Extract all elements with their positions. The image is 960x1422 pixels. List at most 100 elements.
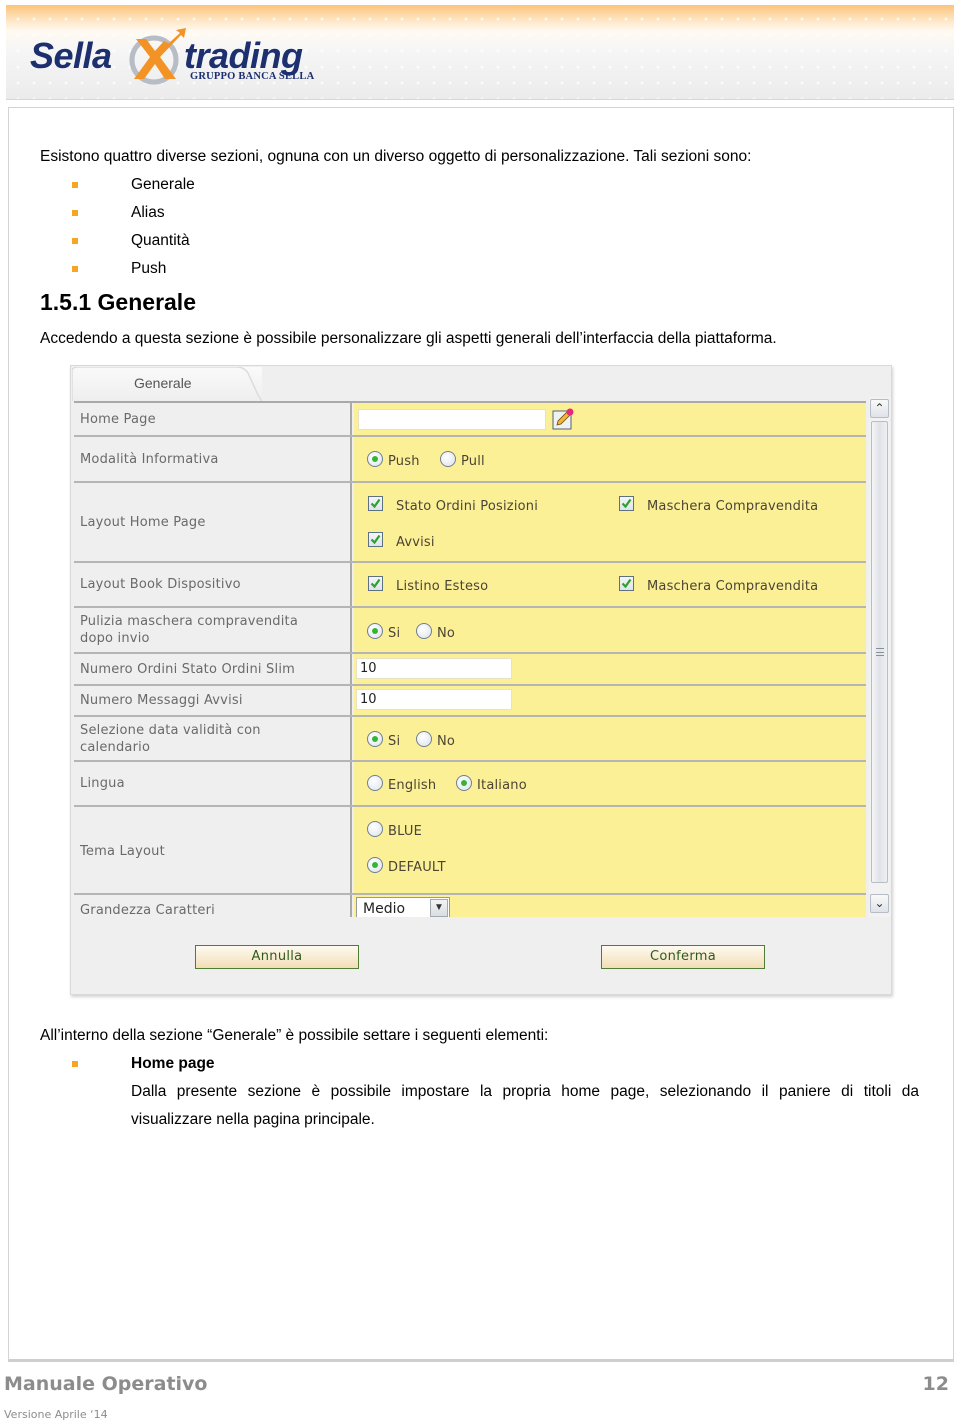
checkbox-label: Listino Esteso [396,579,489,594]
checkbox-label: Maschera Compravendita [647,499,819,514]
footer-title: Manuale Operativo [4,1373,208,1395]
sella-xtrading-logo: Sella trading GRUPPO BANCA SELLA [26,27,346,87]
radio-italiano[interactable] [456,775,472,791]
row-layout-home-page: Layout Home Page Stato Ordini Posizioni … [74,483,866,563]
label-pulizia-line2: dopo invio [80,631,150,646]
footer-version: Versione Aprile ‘14 [4,1408,108,1421]
bullet-icon [72,182,78,188]
logo-subtitle: GRUPPO BANCA SELLA [190,71,315,82]
numero-messaggi-input[interactable]: 10 [356,689,512,710]
row-lingua: Lingua English Italiano [74,762,866,807]
check-icon [370,578,381,589]
detail-item-line2: visualizzare nella pagina principale. [131,1111,375,1128]
numero-ordini-input[interactable]: 10 [356,658,512,679]
check-icon [370,498,381,509]
grandezza-select[interactable]: Medio ▼ [356,897,450,917]
scroll-down-arrow-icon[interactable]: ⌄ [870,894,889,913]
section-paragraph: Accedendo a questa sezione è possibile p… [40,330,777,347]
tab-label: Generale [134,375,192,391]
label-layout-book: Layout Book Dispositivo [80,577,241,592]
header-banner: Sella trading GRUPPO BANCA SELLA [6,5,954,100]
annulla-button[interactable]: Annulla [195,945,359,969]
section-list-item: Push [131,260,167,277]
row-numero-ordini: Numero Ordini Stato Ordini Slim 10 [74,654,866,686]
check-icon [370,534,381,545]
label-grandezza: Grandezza Caratteri [80,903,215,917]
check-icon [621,578,632,589]
checkbox-stato-ordini-posizioni[interactable] [368,496,383,511]
label-layout-home: Layout Home Page [80,515,206,530]
section-list-item: Alias [131,204,165,221]
checkbox-maschera-compravendita-book[interactable] [619,576,634,591]
radio-calendario-si[interactable] [367,731,383,747]
section-list-item: Quantità [131,232,190,249]
label-selezione-line2: calendario [80,740,151,755]
label-selezione-line1: Selezione data validità con [80,723,261,738]
label-home-page: Home Page [80,412,156,427]
radio-blue[interactable] [367,821,383,837]
radio-label: No [437,734,456,749]
radio-pulizia-si[interactable] [367,623,383,639]
page-number: 12 [922,1373,949,1395]
radio-calendario-no[interactable] [416,731,432,747]
checkbox-label: Stato Ordini Posizioni [396,499,539,514]
bullet-icon [72,238,78,244]
grip-icon [876,648,884,656]
label-tema: Tema Layout [80,844,165,859]
pencil-edit-icon[interactable] [552,408,574,430]
row-grandezza-caratteri: Grandezza Caratteri Medio ▼ [74,895,866,917]
radio-pull[interactable] [440,451,456,467]
section-list-item: Generale [131,176,195,193]
radio-push[interactable] [367,451,383,467]
checkbox-listino-esteso[interactable] [368,576,383,591]
radio-label: English [388,778,437,793]
checkbox-avvisi[interactable] [368,532,383,547]
label-numero-messaggi: Numero Messaggi Avvisi [80,693,243,708]
scrollbar-thumb[interactable] [871,421,888,883]
scroll-up-arrow-icon[interactable]: ⌃ [870,399,889,418]
radio-label: No [437,626,456,641]
radio-push-label: Push [388,454,420,469]
checkbox-label: Maschera Compravendita [647,579,819,594]
row-layout-book: Layout Book Dispositivo Listino Esteso M… [74,563,866,608]
checkbox-maschera-compravendita[interactable] [619,496,634,511]
radio-english[interactable] [367,775,383,791]
radio-label: BLUE [388,824,423,839]
tab-generale[interactable]: Generale [72,367,262,401]
radio-pull-label: Pull [461,454,485,469]
label-numero-ordini: Numero Ordini Stato Ordini Slim [80,662,295,677]
intro-paragraph: Esistono quattro diverse sezioni, ognuna… [40,148,752,165]
check-icon [621,498,632,509]
label-pulizia-line1: Pulizia maschera compravendita [80,614,299,629]
checkbox-label: Avvisi [396,535,435,550]
logo-x-arrow-icon [129,28,186,85]
conferma-button[interactable]: Conferma [601,945,765,969]
vertical-scrollbar[interactable]: ⌃ ⌄ [869,397,890,917]
logo-text-sella: Sella [30,35,112,76]
details-paragraph: All’interno della sezione “Generale” è p… [40,1027,549,1044]
row-tema-layout: Tema Layout BLUE DEFAULT [74,807,866,895]
radio-label: DEFAULT [388,860,446,875]
radio-default[interactable] [367,857,383,873]
label-lingua: Lingua [80,776,125,791]
row-modalita-informativa: Modalità Informativa Push Pull [74,437,866,483]
label-modalita: Modalità Informativa [80,452,219,467]
bullet-icon [72,1061,78,1067]
radio-label: Italiano [477,778,527,793]
radio-pulizia-no[interactable] [416,623,432,639]
section-heading: 1.5.1 Generale [40,289,196,315]
row-selezione-data: Selezione data validità con calendario S… [74,717,866,762]
row-pulizia-maschera: Pulizia maschera compravendita dopo invi… [74,608,866,654]
select-value: Medio [363,901,406,917]
bullet-icon [72,210,78,216]
home-page-input[interactable] [358,409,546,430]
radio-label: Si [388,734,401,749]
chevron-down-icon[interactable]: ▼ [430,899,448,917]
radio-label: Si [388,626,401,641]
bullet-icon [72,266,78,272]
detail-item-line1: Dalla presente sezione è possibile impos… [131,1083,919,1100]
row-home-page: Home Page [74,403,866,437]
settings-form: Home Page Modalità Informativa Push Pull… [74,401,866,917]
row-numero-messaggi: Numero Messaggi Avvisi 10 [74,686,866,717]
detail-item-title: Home page [131,1055,215,1072]
